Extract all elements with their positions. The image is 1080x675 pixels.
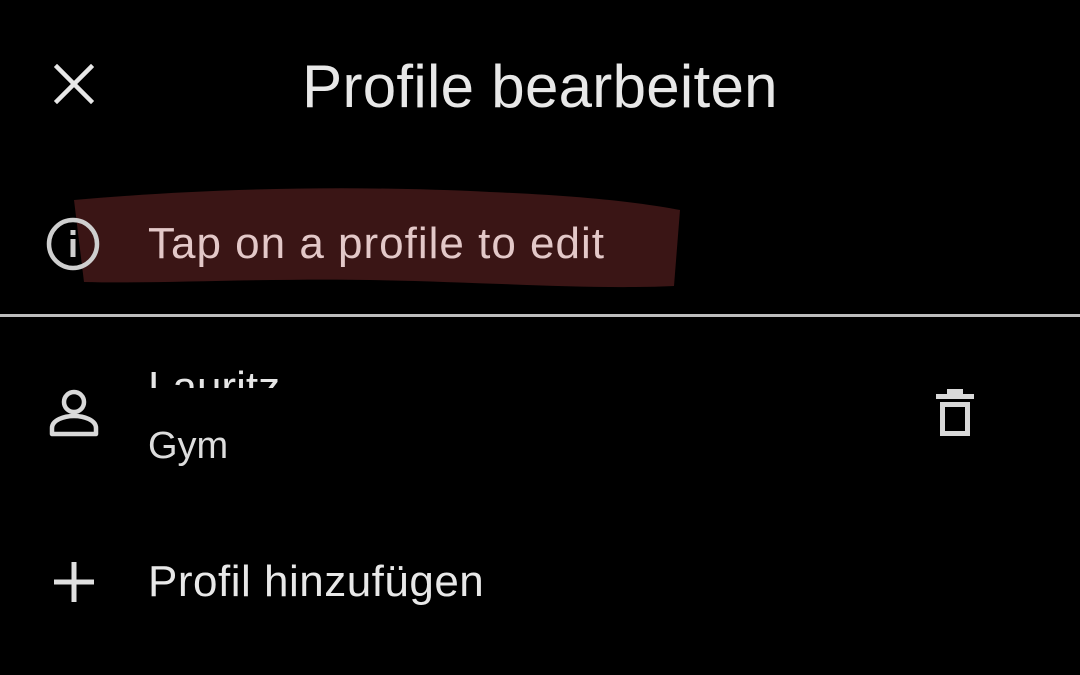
divider (0, 314, 1080, 317)
page-title: Profile bearbeiten (302, 53, 778, 120)
delete-profile-button[interactable] (924, 382, 986, 444)
trash-icon (936, 389, 974, 436)
info-text: Tap on a profile to edit (148, 219, 605, 268)
profile-subtitle: Gym (148, 425, 229, 467)
plus-icon (54, 562, 94, 602)
profile-name: Lauritz (148, 363, 281, 388)
person-icon (49, 389, 99, 437)
profile-list-item[interactable] (0, 318, 1080, 498)
add-profile-label: Profil hinzufügen (148, 557, 485, 606)
top-app-bar: Profile bearbeiten (0, 0, 1080, 170)
info-icon (46, 217, 100, 271)
